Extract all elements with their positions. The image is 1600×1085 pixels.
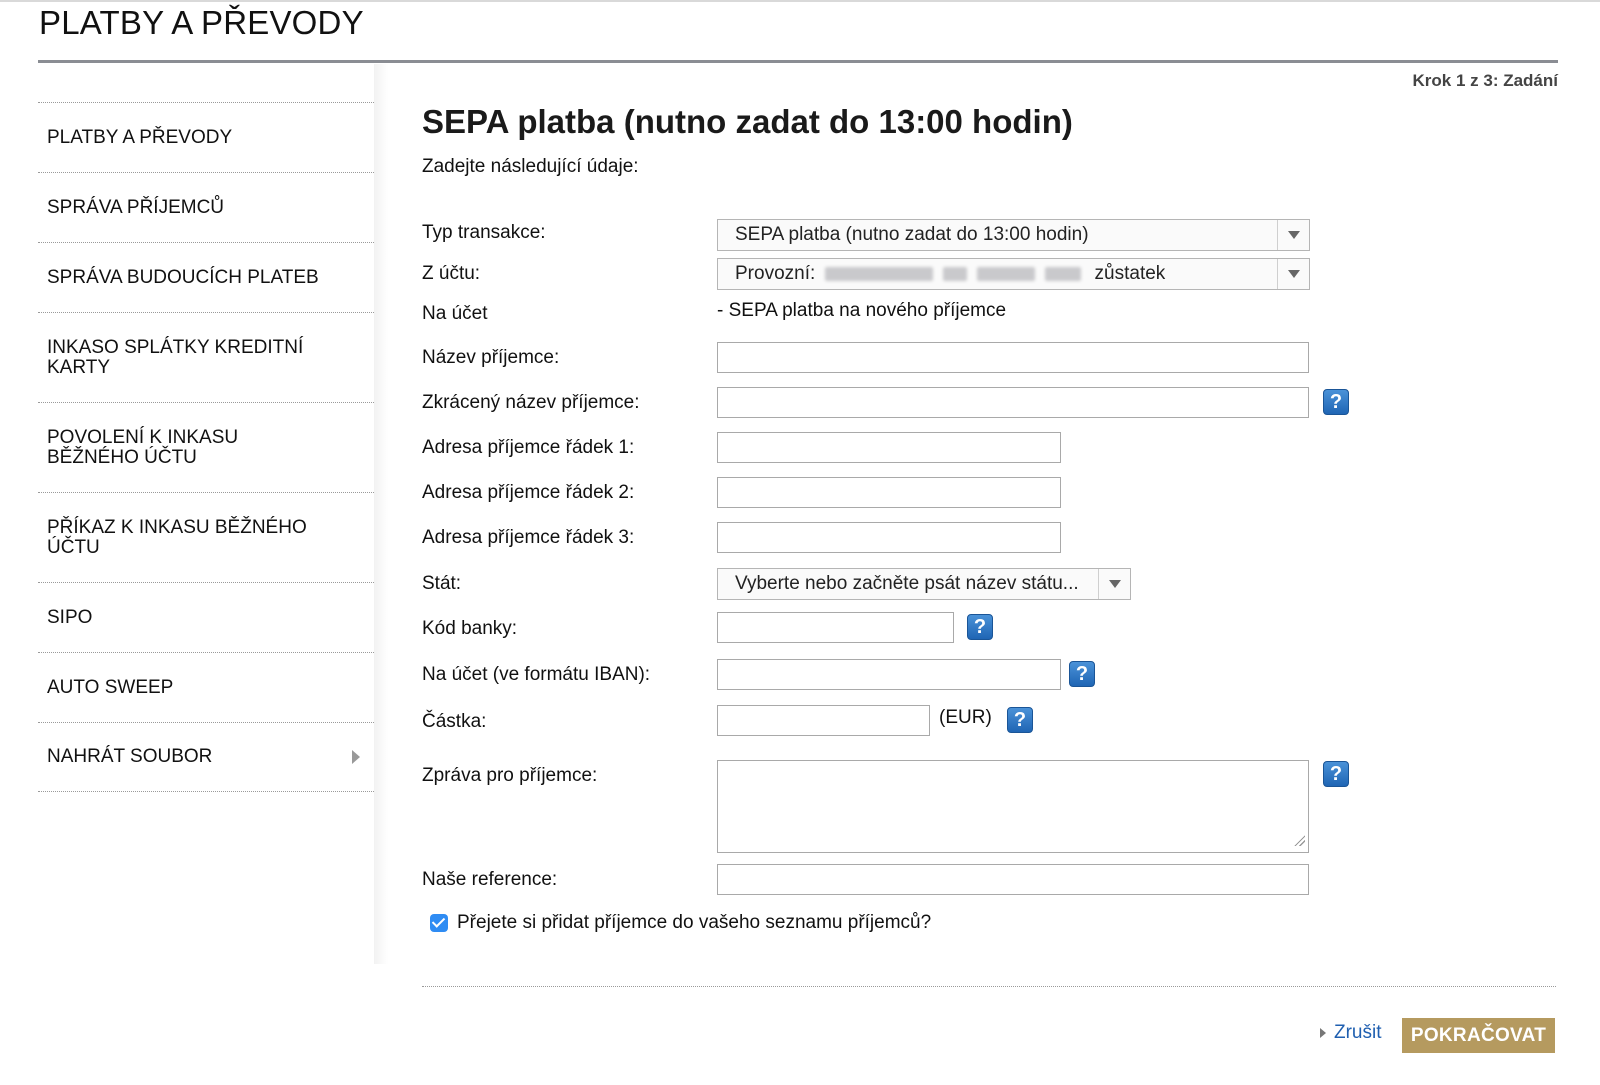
address3-label: Adresa příjemce řádek 3:: [422, 527, 635, 548]
step-indicator: Krok 1 z 3: Zadání: [1412, 71, 1558, 90]
sidebar-item-sipo[interactable]: SIPO: [38, 582, 374, 652]
sidebar-shadow: [374, 64, 388, 964]
payee-short-name-input[interactable]: [717, 387, 1309, 418]
country-value: Vyberte nebo začněte psát název státu...: [735, 573, 1079, 594]
redacted-account-number: [977, 266, 1036, 281]
address3-input[interactable]: [717, 522, 1061, 553]
sidebar-item-prikaz-k-inkasu[interactable]: PŘÍKAZ K INKASU BĚŽNÉHO ÚČTU: [38, 492, 374, 582]
sidebar-item-label: PLATBY A PŘEVODY: [47, 126, 233, 148]
redacted-account-number: [943, 266, 968, 281]
sidebar-item-label: AUTO SWEEP: [47, 676, 174, 698]
save-payee-row: Přejete si přidat příjemce do vašeho sez…: [430, 912, 931, 934]
help-icon[interactable]: ?: [1069, 661, 1095, 687]
sidebar-item-povoleni-k-inkasu[interactable]: POVOLENÍ K INKASU BĚŽNÉHO ÚČTU: [38, 402, 374, 492]
dropdown-arrow-icon: [1277, 220, 1309, 250]
from-account-suffix: zůstatek: [1094, 263, 1166, 284]
form-heading: SEPA platba (nutno zadat do 13:00 hodin): [422, 103, 1073, 140]
country-label: Stát:: [422, 573, 462, 594]
from-account-select[interactable]: Provozní: zůstatek: [717, 258, 1310, 290]
sidebar-item-nahrat-soubor[interactable]: NAHRÁT SOUBOR: [38, 722, 374, 792]
to-account-label: Na účet: [422, 303, 488, 324]
dropdown-arrow-icon: [1098, 569, 1130, 599]
form-intro: Zadejte následující údaje:: [422, 156, 639, 177]
top-border: [0, 0, 1600, 2]
sidebar-item-label: POVOLENÍ K INKASU BĚŽNÉHO ÚČTU: [47, 426, 239, 468]
title-divider: [38, 60, 1558, 63]
payee-name-input[interactable]: [717, 342, 1309, 373]
transaction-type-select[interactable]: SEPA platba (nutno zadat do 13:00 hodin): [717, 219, 1310, 251]
payee-short-name-label: Zkrácený název příjemce:: [422, 392, 640, 413]
bank-code-label: Kód banky:: [422, 618, 518, 639]
transaction-type-label: Typ transakce:: [422, 222, 546, 243]
cancel-link[interactable]: Zrušit: [1320, 1022, 1382, 1044]
sidebar-item-sprava-budoucich-plateb[interactable]: SPRÁVA BUDOUCÍCH PLATEB: [38, 242, 374, 312]
sidebar-item-inkaso-splatky-kreditni-karty[interactable]: INKASO SPLÁTKY KREDITNÍ KARTY: [38, 312, 374, 402]
address1-label: Adresa příjemce řádek 1:: [422, 437, 635, 458]
amount-input[interactable]: [717, 705, 930, 736]
help-icon[interactable]: ?: [967, 614, 993, 640]
redacted-account-number: [825, 266, 934, 281]
sidebar-item-label: SPRÁVA PŘÍJEMCŮ: [47, 196, 225, 218]
address2-input[interactable]: [717, 477, 1061, 508]
to-account-value: - SEPA platba na nového příjemce: [717, 300, 1007, 321]
message-textarea[interactable]: [717, 760, 1309, 853]
sidebar-item-auto-sweep[interactable]: AUTO SWEEP: [38, 652, 374, 722]
sidebar-item-platby-a-prevody[interactable]: PLATBY A PŘEVODY: [38, 102, 374, 172]
resize-grip-icon[interactable]: [1293, 834, 1305, 846]
dropdown-arrow-icon: [1277, 259, 1309, 289]
sidebar-item-label: SIPO: [47, 606, 93, 628]
save-payee-label[interactable]: Přejete si přidat příjemce do vašeho sez…: [457, 912, 931, 934]
payee-name-label: Název příjemce:: [422, 347, 560, 368]
currency-label: (EUR): [939, 707, 992, 728]
arrow-right-icon: [1320, 1028, 1326, 1038]
reference-label: Naše reference:: [422, 869, 558, 890]
sidebar-item-label: INKASO SPLÁTKY KREDITNÍ KARTY: [47, 336, 304, 378]
address1-input[interactable]: [717, 432, 1061, 463]
reference-input[interactable]: [717, 864, 1309, 895]
transaction-type-value: SEPA platba (nutno zadat do 13:00 hodin): [735, 224, 1089, 245]
bottom-divider: [422, 986, 1556, 987]
save-payee-checkbox[interactable]: [430, 914, 448, 932]
continue-button[interactable]: POKRAČOVAT: [1402, 1018, 1555, 1053]
sidebar-item-label: PŘÍKAZ K INKASU BĚŽNÉHO ÚČTU: [47, 516, 307, 558]
bank-code-input[interactable]: [717, 612, 954, 643]
sidebar-item-sprava-prijemcu[interactable]: SPRÁVA PŘÍJEMCŮ: [38, 172, 374, 242]
sidebar-nav: PLATBY A PŘEVODY SPRÁVA PŘÍJEMCŮ SPRÁVA …: [38, 102, 374, 792]
country-select[interactable]: Vyberte nebo začněte psát název státu...: [717, 568, 1131, 600]
help-icon[interactable]: ?: [1323, 761, 1349, 787]
cancel-label: Zrušit: [1334, 1022, 1382, 1043]
amount-label: Částka:: [422, 711, 487, 732]
from-account-prefix: Provozní:: [735, 263, 816, 284]
chevron-right-icon: [352, 750, 360, 764]
sidebar-item-label: SPRÁVA BUDOUCÍCH PLATEB: [47, 266, 319, 288]
iban-label: Na účet (ve formátu IBAN):: [422, 664, 651, 685]
redacted-account-number: [1045, 266, 1082, 281]
message-label: Zpráva pro příjemce:: [422, 765, 598, 786]
help-icon[interactable]: ?: [1007, 707, 1033, 733]
sidebar-item-label: NAHRÁT SOUBOR: [47, 746, 213, 767]
page-title: PLATBY A PŘEVODY: [39, 4, 364, 41]
help-icon[interactable]: ?: [1323, 389, 1349, 415]
address2-label: Adresa příjemce řádek 2:: [422, 482, 635, 503]
iban-input[interactable]: [717, 659, 1061, 690]
from-account-label: Z účtu:: [422, 263, 481, 284]
